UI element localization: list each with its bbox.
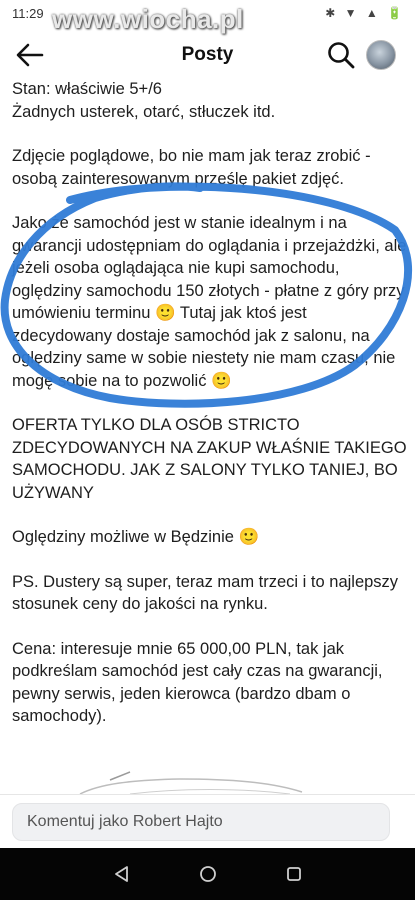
status-time: 11:29	[12, 6, 44, 21]
android-nav-bar	[0, 848, 415, 900]
nav-recent-icon[interactable]	[284, 864, 304, 884]
status-icons: ✱ ▼ ▲ 🔋	[325, 6, 405, 20]
post-paragraph: PS. Dustery są super, teraz mam trzeci i…	[12, 572, 399, 614]
post-paragraph: Cena: interesuje mnie 65 000,00 PLN, tak…	[12, 639, 383, 726]
nav-home-icon[interactable]	[198, 864, 218, 884]
post-paragraph: Oględziny możliwe w Będzinie 🙂	[12, 528, 260, 546]
post-body: Stan: właściwie 5+/6 Żadnych usterek, ot…	[12, 78, 407, 750]
top-app-bar: Posty	[0, 30, 415, 80]
nav-back-icon[interactable]	[112, 864, 132, 884]
avatar[interactable]	[366, 40, 396, 70]
search-icon	[328, 42, 355, 69]
post-paragraph: Zdjęcie poglądowe, bo nie mam jak teraz …	[12, 147, 371, 188]
comment-input[interactable]: Komentuj jako Robert Hajto	[12, 803, 390, 841]
comment-bar: Komentuj jako Robert Hajto	[0, 794, 415, 849]
post-paragraph: OFERTA TYLKO DLA OSÓB STRICTO ZDECYDOWAN…	[12, 416, 407, 502]
post-paragraph: Stan: właściwie 5+/6 Żadnych usterek, ot…	[12, 80, 276, 121]
search-button[interactable]	[326, 40, 356, 70]
post-paragraph: Jako że samochód jest w stanie idealnym …	[12, 214, 407, 390]
car-image-peek	[79, 771, 303, 795]
